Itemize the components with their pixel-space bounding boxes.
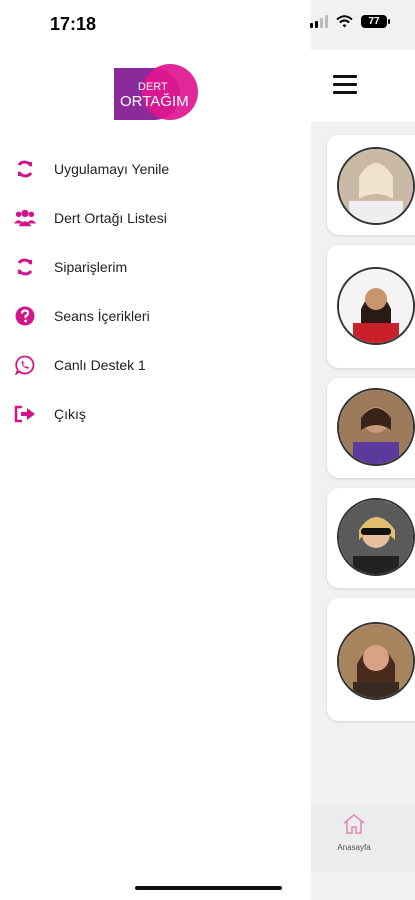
profile-card[interactable] [327, 488, 415, 588]
menu-item-live-support[interactable]: Canlı Destek 1 [0, 340, 311, 389]
battery-level: 77 [368, 16, 380, 27]
menu-label: Uygulamayı Yenile [54, 160, 170, 177]
battery-icon: 77 [361, 15, 390, 28]
profile-card[interactable] [327, 598, 415, 721]
status-time: 17:18 [50, 14, 97, 34]
users-icon [14, 207, 36, 229]
profile-card[interactable] [327, 378, 415, 478]
logo-line1: DERT [138, 81, 168, 93]
status-bar: 17:18 77 [0, 0, 415, 50]
menu-label: Çıkış [54, 405, 86, 422]
menu-item-refresh-app[interactable]: Uygulamayı Yenile [0, 144, 311, 193]
background-page: Anasayfa [311, 0, 415, 900]
menu-label: Dert Ortağı Listesi [54, 209, 167, 226]
logo-line2: ORTAĞIM [120, 93, 189, 110]
avatar [337, 147, 415, 225]
home-indicator [135, 886, 282, 890]
menu-label: Canlı Destek 1 [54, 356, 146, 373]
menu-item-orders[interactable]: Siparişlerim [0, 242, 311, 291]
hamburger-menu-icon[interactable] [333, 75, 357, 95]
avatar [337, 622, 415, 700]
logout-icon [14, 403, 36, 425]
menu-item-partner-list[interactable]: Dert Ortağı Listesi [0, 193, 311, 242]
refresh-icon [14, 256, 36, 278]
whatsapp-icon [14, 354, 36, 376]
drawer-menu: Uygulamayı Yenile Dert Ortağı Listesi Si… [0, 144, 311, 438]
tab-home[interactable]: Anasayfa [329, 812, 379, 852]
bg-header [311, 50, 415, 122]
menu-label: Seans İçerikleri [54, 307, 150, 324]
avatar [337, 388, 415, 466]
signal-icon [310, 15, 328, 28]
question-circle-icon [14, 305, 36, 327]
status-indicators: 77 [310, 15, 390, 28]
menu-item-session-contents[interactable]: Seans İçerikleri [0, 291, 311, 340]
menu-label: Siparişlerim [54, 258, 128, 275]
avatar [337, 267, 415, 345]
home-icon [343, 813, 365, 834]
tab-bar: Anasayfa [311, 806, 415, 872]
avatar [337, 498, 415, 576]
profile-card[interactable] [327, 135, 415, 235]
side-drawer: DERT ORTAĞIM Uygulamayı Yenile Dert Orta… [0, 0, 311, 900]
wifi-icon [336, 15, 353, 28]
menu-item-logout[interactable]: Çıkış [0, 389, 311, 438]
app-logo: DERT ORTAĞIM [108, 62, 204, 126]
refresh-icon [14, 158, 36, 180]
tab-home-label: Anasayfa [337, 843, 371, 852]
profile-card[interactable] [327, 245, 415, 368]
